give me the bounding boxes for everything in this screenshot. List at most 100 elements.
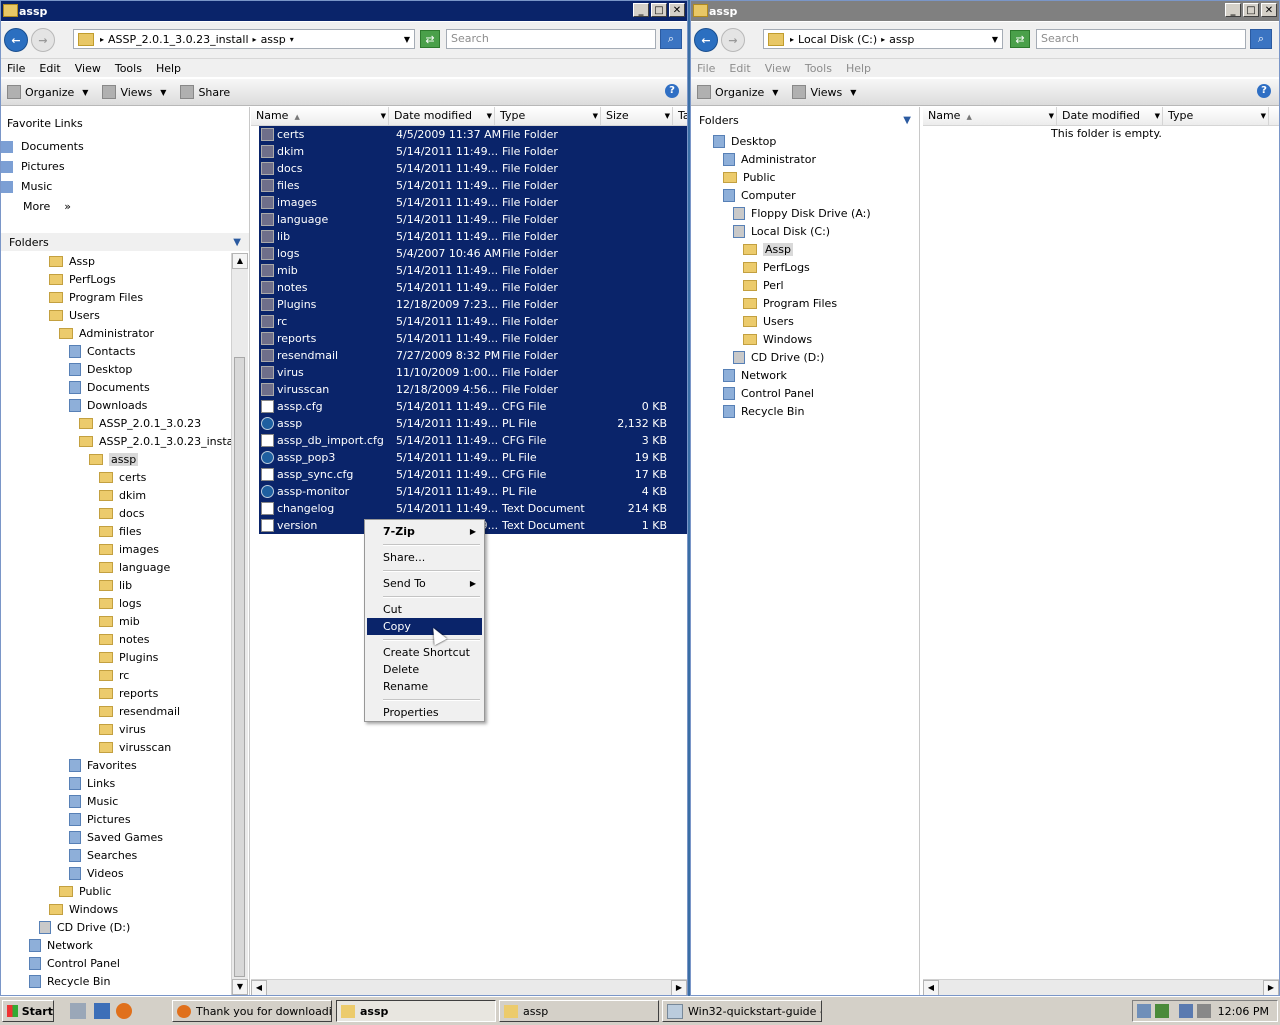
tree-node[interactable]: certs	[99, 471, 146, 484]
tree-node[interactable]: Assp	[49, 255, 95, 268]
menu-view[interactable]: View	[75, 62, 101, 75]
taskbar-button-notepad[interactable]: Win32-quickstart-guide -...	[662, 1000, 822, 1022]
tree-node[interactable]: Favorites	[69, 759, 137, 772]
breadcrumb-item[interactable]: Local Disk (C:)	[798, 33, 877, 46]
tree-node[interactable]: Desktop	[69, 363, 132, 376]
search-button[interactable]: ⌕	[660, 29, 682, 49]
tree-node[interactable]: Users	[49, 309, 100, 322]
tree-node[interactable]: Recycle Bin	[29, 975, 110, 988]
taskbar-button-firefox[interactable]: Thank you for downloadi...	[172, 1000, 332, 1022]
network-status-icon[interactable]	[1137, 1004, 1151, 1018]
tree-node[interactable]: Local Disk (C:)	[733, 225, 830, 238]
tree-node[interactable]: Desktop	[713, 135, 776, 148]
tree-node[interactable]: Control Panel	[723, 387, 814, 400]
tree-node[interactable]: PerfLogs	[49, 273, 116, 286]
context-menu-item-7-zip[interactable]: 7-Zip ▶	[367, 523, 482, 540]
scroll-up-arrow[interactable]: ▲	[232, 253, 248, 269]
left-title-bar[interactable]: assp _ □ ✕	[1, 1, 687, 21]
tree-node[interactable]: Downloads	[69, 399, 147, 412]
table-row[interactable]: assp_pop3 5/14/2011 11:49... PL File 19 KB	[259, 449, 687, 466]
tree-node[interactable]: Network	[29, 939, 93, 952]
favorite-link-pictures[interactable]: Pictures	[1, 160, 65, 173]
tree-node[interactable]: reports	[99, 687, 158, 700]
tree-node[interactable]: files	[99, 525, 141, 538]
taskbar-button-assp-active[interactable]: assp	[336, 1000, 496, 1022]
search-input[interactable]: Search	[446, 29, 656, 49]
tree-node[interactable]: Users	[743, 315, 794, 328]
table-row[interactable]: notes 5/14/2011 11:49... File Folder	[259, 279, 687, 296]
table-row[interactable]: Plugins 12/18/2009 7:23... File Folder	[259, 296, 687, 313]
breadcrumb-item[interactable]: ASSP_2.0.1_3.0.23_install	[108, 33, 249, 46]
tree-node[interactable]: Program Files	[743, 297, 837, 310]
table-row[interactable]: mib 5/14/2011 11:49... File Folder	[259, 262, 687, 279]
more-links-button[interactable]: More »	[23, 200, 71, 213]
views-button[interactable]: Views ▼	[102, 85, 166, 99]
tree-node[interactable]: Control Panel	[29, 957, 120, 970]
tree-vertical-scrollbar[interactable]: ▲ ▼	[231, 253, 248, 995]
tree-node[interactable]: Videos	[69, 867, 124, 880]
scroll-right-arrow[interactable]: ▶	[671, 980, 687, 995]
search-input[interactable]: Search	[1036, 29, 1246, 49]
tree-node[interactable]: virusscan	[99, 741, 171, 754]
tree-node[interactable]: Recycle Bin	[723, 405, 804, 418]
tree-node[interactable]: dkim	[99, 489, 146, 502]
tree-node[interactable]: language	[99, 561, 170, 574]
start-button[interactable]: Start	[2, 1000, 54, 1022]
tree-node[interactable]: images	[99, 543, 159, 556]
table-row[interactable]: assp.cfg 5/14/2011 11:49... CFG File 0 KB	[259, 398, 687, 415]
close-button[interactable]: ✕	[1261, 3, 1277, 17]
tree-node[interactable]: Floppy Disk Drive (A:)	[733, 207, 871, 220]
tree-node[interactable]: rc	[99, 669, 129, 682]
column-name[interactable]: Name ▲ ▼	[251, 107, 389, 125]
help-icon[interactable]: ?	[665, 84, 679, 98]
scroll-right-arrow[interactable]: ▶	[1263, 980, 1279, 995]
tree-node[interactable]: Administrator	[723, 153, 816, 166]
tree-node[interactable]: Network	[723, 369, 787, 382]
menu-tools[interactable]: Tools	[115, 62, 142, 75]
server-manager-icon[interactable]	[70, 1003, 86, 1019]
scroll-left-arrow[interactable]: ◀	[923, 980, 939, 995]
forward-button[interactable]: →	[721, 28, 745, 52]
tree-node[interactable]: virus	[99, 723, 146, 736]
share-button[interactable]: Share	[180, 85, 230, 99]
table-row[interactable]: docs 5/14/2011 11:49... File Folder	[259, 160, 687, 177]
tree-node[interactable]: PerfLogs	[743, 261, 810, 274]
menu-help[interactable]: Help	[846, 62, 871, 75]
context-menu-item-cut[interactable]: Cut	[367, 601, 482, 618]
tree-node[interactable]: Windows	[743, 333, 812, 346]
column-tags[interactable]: Ta	[673, 107, 687, 125]
table-row[interactable]: dkim 5/14/2011 11:49... File Folder	[259, 143, 687, 160]
forward-button[interactable]: →	[31, 28, 55, 52]
tree-node[interactable]: ASSP_2.0.1_3.0.23_install	[79, 435, 240, 448]
tree-node[interactable]: logs	[99, 597, 142, 610]
context-menu-item-copy[interactable]: Copy	[367, 618, 482, 635]
file-horizontal-scrollbar[interactable]: ◀ ▶	[251, 979, 687, 995]
firefox-icon[interactable]	[116, 1003, 132, 1019]
menu-view[interactable]: View	[765, 62, 791, 75]
table-row[interactable]: assp_db_import.cfg 5/14/2011 11:49... CFG …	[259, 432, 687, 449]
address-bar[interactable]: ▸ Local Disk (C:) ▸ assp ▼	[763, 29, 1003, 49]
right-title-bar[interactable]: assp _ □ ✕	[691, 1, 1279, 21]
table-row[interactable]: lib 5/14/2011 11:49... File Folder	[259, 228, 687, 245]
tree-node[interactable]: lib	[99, 579, 132, 592]
tree-node[interactable]: Perl	[743, 279, 784, 292]
maximize-button[interactable]: □	[1243, 3, 1259, 17]
tree-node[interactable]: Saved Games	[69, 831, 163, 844]
column-type[interactable]: Type ▼	[1163, 107, 1269, 125]
volume-muted-icon[interactable]	[1197, 1004, 1211, 1018]
scroll-thumb[interactable]	[234, 357, 245, 977]
tree-node[interactable]: resendmail	[99, 705, 180, 718]
address-dropdown-icon[interactable]: ▼	[404, 35, 410, 44]
table-row[interactable]: logs 5/4/2007 10:46 AM File Folder	[259, 245, 687, 262]
security-icon[interactable]	[1155, 1004, 1169, 1018]
tree-node[interactable]: Contacts	[69, 345, 136, 358]
scroll-left-arrow[interactable]: ◀	[251, 980, 267, 995]
tree-node[interactable]: Plugins	[99, 651, 158, 664]
tree-node[interactable]: CD Drive (D:)	[39, 921, 130, 934]
context-menu-item-create-shortcut[interactable]: Create Shortcut	[367, 644, 482, 661]
tree-node[interactable]: assp	[89, 453, 139, 466]
context-menu-item-properties[interactable]: Properties	[367, 704, 482, 721]
scroll-down-arrow[interactable]: ▼	[232, 979, 248, 995]
maximize-button[interactable]: □	[651, 3, 667, 17]
organize-button[interactable]: Organize ▼	[697, 85, 778, 99]
